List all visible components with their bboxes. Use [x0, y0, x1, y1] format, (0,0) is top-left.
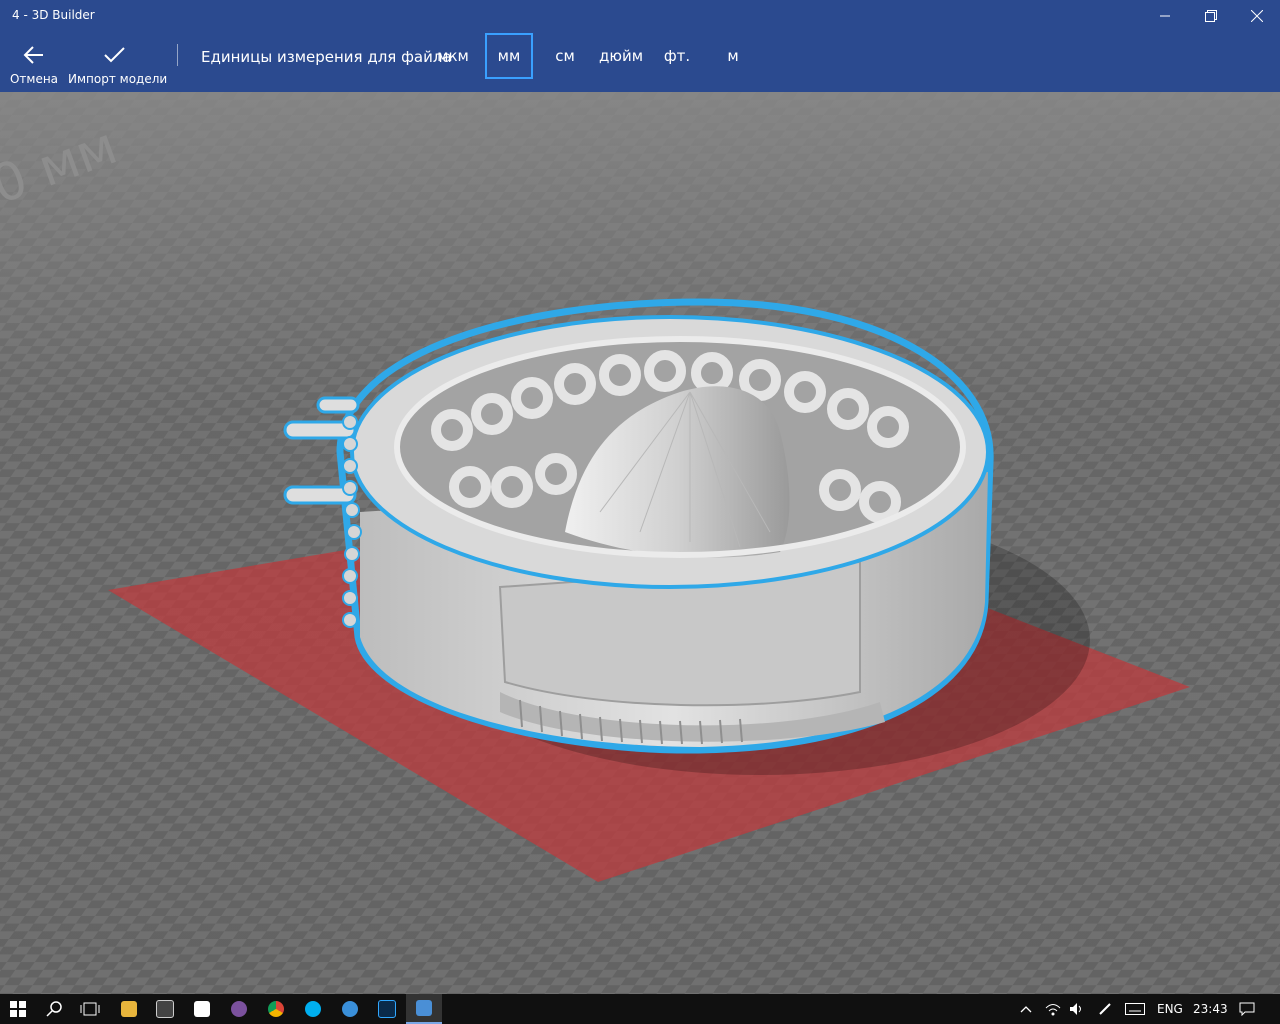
import-model-label: Импорт модели: [68, 72, 168, 86]
language-indicator[interactable]: ENG: [1157, 1002, 1183, 1016]
cancel-label: Отмена: [9, 72, 59, 86]
chrome-icon: [268, 1001, 284, 1017]
unit-option-mm[interactable]: мм: [485, 33, 533, 79]
wifi-icon: [1045, 1004, 1061, 1016]
task-view-icon: [80, 1002, 100, 1016]
skype-button[interactable]: [295, 994, 331, 1024]
unit-option-mkm[interactable]: мкм: [430, 32, 476, 80]
restore-button[interactable]: [1188, 0, 1234, 32]
file-explorer-icon: [121, 1001, 137, 1017]
command-bar: Отмена Импорт модели Единицы измерения д…: [0, 32, 1280, 92]
windows-logo-icon: [10, 1001, 26, 1017]
calculator-icon: [156, 1000, 174, 1018]
taskbar: ENG 23:43: [0, 994, 1280, 1024]
chrome-button[interactable]: [258, 994, 294, 1024]
search-icon: [46, 1001, 62, 1017]
store-button[interactable]: [184, 994, 220, 1024]
minimize-icon: [1160, 15, 1170, 17]
window-title: 4 - 3D Builder: [12, 8, 95, 22]
pen-icon: [1099, 1003, 1111, 1015]
3d-viewport[interactable]: 0 мм: [0, 92, 1280, 994]
unit-option-m[interactable]: м: [712, 32, 754, 80]
import-model-button[interactable]: Импорт модели: [68, 32, 168, 92]
close-button[interactable]: [1234, 0, 1280, 32]
unit-option-ft[interactable]: фт.: [656, 32, 698, 80]
cancel-button[interactable]: Отмена: [6, 32, 62, 92]
clock[interactable]: 23:43: [1193, 1002, 1228, 1016]
scene: 0 мм: [0, 92, 1280, 994]
speaker-icon: [1070, 1003, 1081, 1015]
photoshop-button[interactable]: [369, 994, 405, 1024]
app-icon: [342, 1001, 358, 1017]
tray-chevron-button[interactable]: [1012, 994, 1040, 1024]
viber-button[interactable]: [221, 994, 257, 1024]
3d-builder-icon: [416, 1000, 432, 1016]
unit-option-inch[interactable]: дюйм: [596, 32, 646, 80]
restore-icon: [1205, 10, 1217, 22]
volume-button[interactable]: [1064, 994, 1090, 1024]
unit-option-cm[interactable]: см: [543, 32, 587, 80]
viber-icon: [231, 1001, 247, 1017]
3d-builder-button[interactable]: [406, 994, 442, 1024]
network-button[interactable]: [1040, 994, 1066, 1024]
minimize-button[interactable]: [1142, 0, 1188, 32]
skype-icon: [305, 1001, 321, 1017]
action-center-button[interactable]: [1232, 994, 1262, 1024]
notification-icon: [1239, 1002, 1255, 1016]
chevron-up-icon: [1020, 1006, 1032, 1013]
store-icon: [194, 1001, 210, 1017]
calculator-button[interactable]: [147, 994, 183, 1024]
back-arrow-icon: [23, 46, 43, 64]
pen-button[interactable]: [1092, 994, 1118, 1024]
toolbar-divider: [177, 44, 178, 66]
checkmark-icon: [104, 47, 125, 63]
units-label: Единицы измерения для файла: [201, 48, 452, 66]
photoshop-icon: [378, 1000, 396, 1018]
touch-keyboard-button[interactable]: [1120, 994, 1150, 1024]
keyboard-icon: [1125, 1003, 1145, 1015]
task-view-button[interactable]: [72, 994, 108, 1024]
title-bar: 4 - 3D Builder: [0, 0, 1280, 32]
file-explorer-button[interactable]: [111, 994, 147, 1024]
app-button[interactable]: [332, 994, 368, 1024]
ring-model[interactable]: [283, 298, 994, 754]
start-button[interactable]: [0, 994, 36, 1024]
search-button[interactable]: [36, 994, 72, 1024]
close-icon: [1251, 10, 1263, 22]
